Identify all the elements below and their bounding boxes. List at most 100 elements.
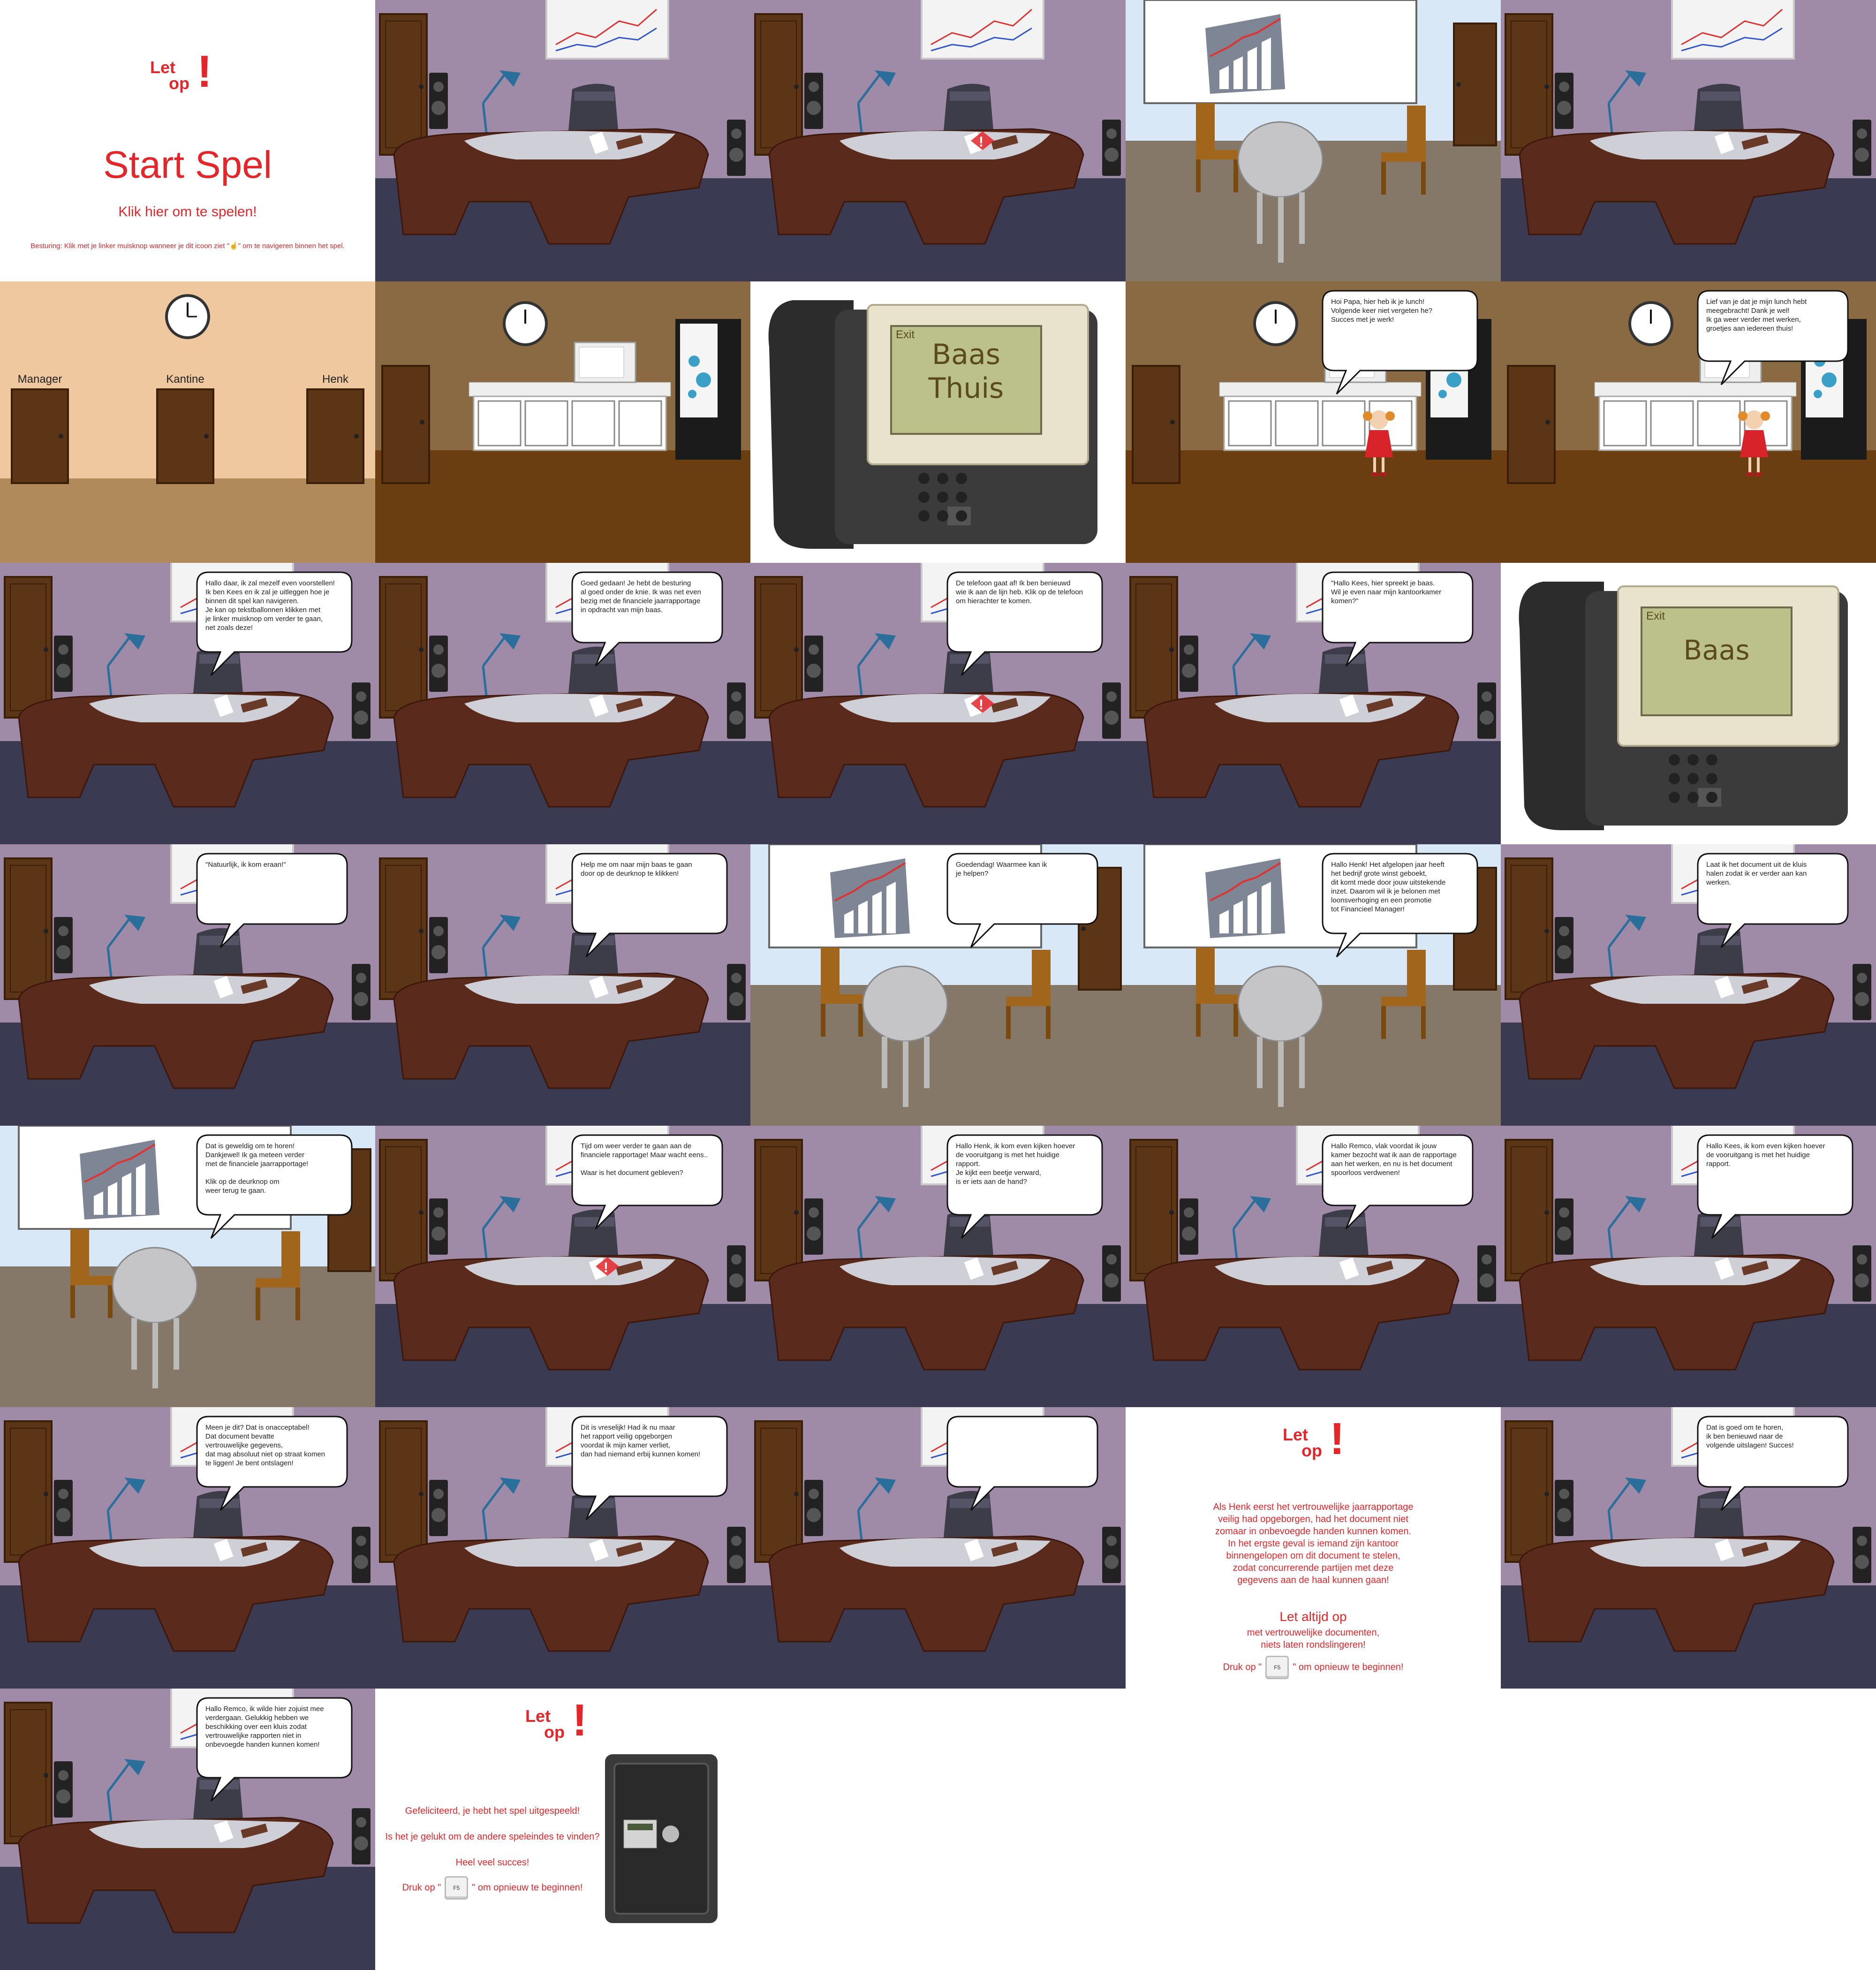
door-left[interactable] <box>379 1420 428 1563</box>
door-left[interactable] <box>379 576 428 719</box>
end-bad-logo: Let op! <box>1283 1417 1358 1468</box>
door-left[interactable] <box>4 1420 53 1563</box>
door-label[interactable]: Henk <box>305 373 366 386</box>
office-scene: ! <box>750 0 1126 281</box>
door-right[interactable] <box>1078 867 1122 991</box>
door-left[interactable] <box>1129 1139 1178 1281</box>
door-left[interactable] <box>1129 576 1178 719</box>
door-left[interactable] <box>379 13 428 156</box>
restart-hint: Druk op " F5 " om opnieuw te beginnen! <box>1126 1656 1501 1679</box>
door-henk[interactable] <box>306 388 364 484</box>
vending-machine[interactable] <box>1801 319 1867 460</box>
panel-meeting-promo: Hallo Henk! Het afgelopen jaar heeft het… <box>1126 844 1501 1126</box>
panel-end-bad: Let op! Als Henk eerst het vertrouwelijke … <box>1126 1407 1501 1689</box>
start-logo: Let op! <box>150 49 225 101</box>
door-left[interactable] <box>1505 857 1553 1000</box>
ending-heading: Let altijd op <box>1279 1609 1347 1624</box>
speech-bubble-text[interactable]: Meen je dit? Dat is onacceptabel! Dat do… <box>205 1423 339 1468</box>
door-manager[interactable] <box>11 388 69 484</box>
vending-machine[interactable] <box>1426 319 1491 460</box>
speech-bubble-text[interactable]: De telefoon gaat af! Ik ben benieuwd wie… <box>956 579 1094 606</box>
speech-bubble-text[interactable]: Lief van je dat je mijn lunch hebt meege… <box>1706 297 1839 333</box>
kitchen-scene <box>375 281 750 563</box>
speech-bubble-text[interactable]: Tijd om weer verder te gaan aan de finan… <box>581 1142 714 1177</box>
wall-clock <box>165 294 210 339</box>
door-left[interactable] <box>4 576 53 719</box>
phone-scene <box>1501 563 1876 844</box>
speech-bubble-text[interactable]: "Hallo Kees, hier spreekt je baas. Wil j… <box>1331 579 1464 606</box>
pointer-icon: ☝ <box>229 242 238 250</box>
daughter-character[interactable] <box>1360 406 1398 481</box>
wall-chart <box>921 0 1044 60</box>
logo-op: op <box>169 74 189 93</box>
phone-caller-id: Baas <box>1683 634 1750 666</box>
ending-advice: met vertrouwelijke documenten, niets lat… <box>1247 1628 1380 1650</box>
speech-bubble-text[interactable]: Hallo Kees, ik kom even kijken hoever de… <box>1706 1142 1844 1168</box>
door-left[interactable] <box>4 1702 53 1844</box>
svg-text:!: ! <box>979 134 983 150</box>
panel-office-alert: ! <box>750 0 1126 281</box>
ending-explanation: Als Henk eerst het vertrouwelijke jaarra… <box>1213 1502 1414 1585</box>
door-left[interactable] <box>1505 13 1553 156</box>
panel-office-where: ! Tijd om weer verder te gaan aan de fin… <box>375 1126 750 1407</box>
congrats-text: Gefeliciteerd, je hebt het spel uitgespe… <box>405 1806 580 1816</box>
door-label[interactable]: Manager <box>9 373 70 386</box>
meeting-scene <box>750 844 1126 1126</box>
speech-bubble-text[interactable]: Hallo Remco, vlak voordat ik jouw kamer … <box>1331 1142 1464 1177</box>
wall-chart <box>545 0 669 60</box>
door-kantine[interactable] <box>156 388 214 484</box>
door-label[interactable]: Kantine <box>155 373 216 386</box>
panel-office-coming: ! "Natuurlijk, ik kom eraan!" <box>0 844 375 1126</box>
presentation-chart <box>830 858 910 938</box>
svg-text:!: ! <box>979 697 983 712</box>
f5-key-icon: F5 <box>445 1876 469 1900</box>
speech-bubble-text[interactable]: Laat ik het document uit de kluis halen … <box>1706 860 1839 887</box>
panel-office-2: ! <box>1501 0 1876 281</box>
svg-text:!: ! <box>604 1260 608 1275</box>
speech-bubble-text[interactable]: Dit is vreselijk! Had ik nu maar het rap… <box>581 1423 719 1459</box>
speech-bubble-text[interactable]: Hallo Remco, ik wilde hier zojuist mee v… <box>205 1705 343 1749</box>
door-left[interactable] <box>379 1139 428 1281</box>
door-left[interactable] <box>1505 1420 1553 1563</box>
wall-chart <box>921 1407 1044 1467</box>
panel-office-remco: ! Hallo Remco, vlak voordat ik jouw kame… <box>1126 1126 1501 1407</box>
speech-bubble-text[interactable]: Goedendag! Waarmee kan ik je helpen? <box>956 860 1089 878</box>
door-right[interactable] <box>1453 23 1497 146</box>
door-left[interactable] <box>754 1139 803 1281</box>
speech-bubble-text[interactable]: Help me om naar mijn baas te gaan door o… <box>581 860 719 878</box>
hallway-scene <box>0 281 375 563</box>
office-scene: ! <box>750 1407 1126 1689</box>
speech-bubble-text[interactable]: Hallo Henk, ik kom even kijken hoever de… <box>956 1142 1094 1186</box>
panel-office-henk: ! Hallo Henk, ik kom even kijken hoever … <box>750 1126 1126 1407</box>
wall-clock <box>1253 301 1298 346</box>
daughter-character[interactable] <box>1735 406 1773 481</box>
office-scene: ! <box>375 844 750 1126</box>
door-left[interactable] <box>754 13 803 156</box>
wall-clock <box>1628 301 1673 346</box>
start-subtitle[interactable]: Klik hier om te spelen! <box>0 204 375 220</box>
logo-op: op <box>1301 1441 1322 1460</box>
start-title[interactable]: Start Spel <box>0 143 375 187</box>
door-left[interactable] <box>754 576 803 719</box>
speech-bubble-text[interactable]: Hallo daar, ik zal mezelf even voorstell… <box>205 579 343 632</box>
speech-bubble-text[interactable]: Goed gedaan! Je hebt de besturing al goe… <box>581 579 714 614</box>
presentation-chart <box>1205 14 1285 94</box>
door-left[interactable] <box>4 857 53 1000</box>
desk-phone[interactable] <box>1519 582 1848 830</box>
door-left[interactable] <box>754 1420 803 1563</box>
door-left[interactable] <box>379 857 428 1000</box>
microwave <box>574 341 636 383</box>
speech-bubble-text[interactable]: "Natuurlijk, ik kom eraan!" <box>205 860 339 869</box>
phone-exit-label[interactable]: Exit <box>1646 610 1665 623</box>
speech-bubble-text[interactable]: Hallo Henk! Het afgelopen jaar heeft het… <box>1331 860 1469 914</box>
panel-office-safe: ! Laat ik het document uit de kluis hale… <box>1501 844 1876 1126</box>
panel-phone-home: Exit Baas Thuis <box>750 281 1126 563</box>
speech-bubble-text[interactable]: Hoi Papa, hier heb ik je lunch! Volgende… <box>1331 297 1469 324</box>
wall-clock <box>503 301 548 346</box>
vending-machine[interactable] <box>675 319 741 460</box>
panel-hallway: Manager Kantine Henk <box>0 281 375 563</box>
speech-bubble-text[interactable]: Dat is geweldig om te horen! Dankjewel! … <box>205 1142 343 1195</box>
panel-office-fired: ! Meen je dit? Dat is onacceptabel! Dat … <box>0 1407 375 1689</box>
door-left[interactable] <box>1505 1139 1553 1281</box>
speech-bubble-text[interactable]: Dat is goed om te horen, ik ben benieuwd… <box>1706 1423 1839 1450</box>
